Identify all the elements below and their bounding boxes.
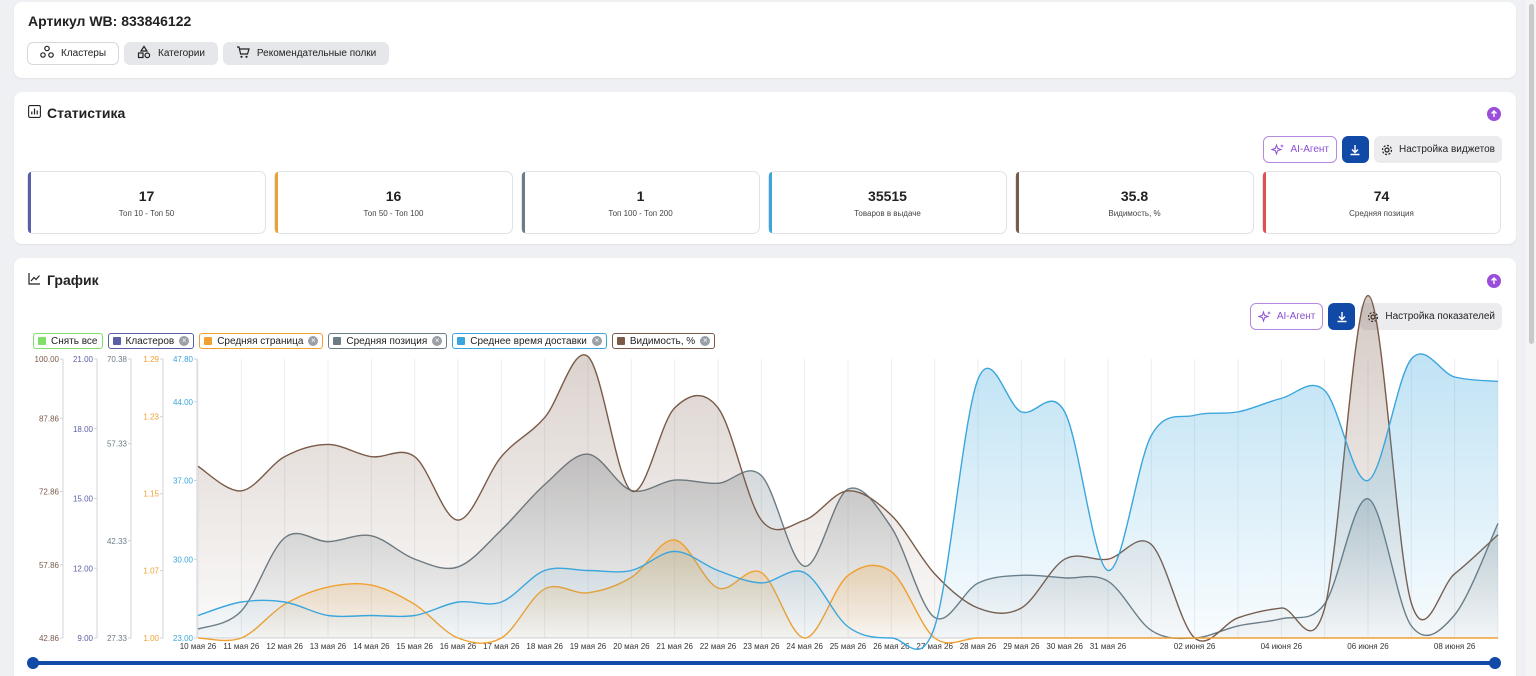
x-tick-label: 21 мая 26 [656, 642, 693, 651]
x-tick-label: 20 мая 26 [613, 642, 650, 651]
range-slider-handle-start[interactable] [27, 657, 39, 669]
x-tick-label: 29 мая 26 [1003, 642, 1040, 651]
y-tick-label: 44.00 [173, 398, 194, 407]
y-tick-label: 87.86 [39, 414, 60, 423]
y-tick-label: 12.00 [73, 564, 94, 573]
x-tick-label: 04 июня 26 [1261, 642, 1303, 651]
x-tick-label: 16 мая 26 [440, 642, 477, 651]
page-scrollbar[interactable] [1526, 0, 1536, 676]
x-tick-label: 06 июня 26 [1347, 642, 1389, 651]
x-tick-label: 12 мая 26 [266, 642, 303, 651]
y-tick-label: 47.80 [173, 355, 194, 364]
y-tick-label: 72.86 [39, 488, 60, 497]
y-tick-label: 18.00 [73, 425, 94, 434]
page-scrollbar-thumb[interactable] [1529, 4, 1534, 344]
y-tick-label: 57.86 [39, 561, 60, 570]
y-tick-label: 1.23 [143, 413, 159, 422]
y-tick-label: 1.15 [143, 490, 159, 499]
chart-plot: 100.00 87.86 72.86 57.86 42.86 21.00 18.00 15.0… [27, 294, 1501, 669]
x-tick-label: 18 мая 26 [526, 642, 563, 651]
x-tick-label: 28 мая 26 [960, 642, 997, 651]
y-tick-label: 70.38 [107, 355, 128, 364]
y-tick-label: 21.00 [73, 355, 94, 364]
range-slider-handle-end[interactable] [1489, 657, 1501, 669]
x-tick-label: 31 мая 26 [1090, 642, 1127, 651]
y-tick-label: 27.33 [107, 634, 128, 643]
x-tick-label: 11 мая 26 [223, 642, 259, 651]
x-tick-label: 13 мая 26 [310, 642, 347, 651]
y-tick-label: 57.33 [107, 440, 128, 449]
y-tick-label: 100.00 [35, 355, 60, 364]
y-tick-label: 1.00 [143, 634, 159, 643]
x-tick-label: 15 мая 26 [396, 642, 433, 651]
x-tick-label: 24 мая 26 [786, 642, 823, 651]
x-tick-label: 22 мая 26 [700, 642, 737, 651]
y-tick-label: 1.29 [143, 355, 159, 364]
y-tick-label: 42.86 [39, 634, 60, 643]
x-tick-label: 17 мая 26 [483, 642, 520, 651]
x-tick-label: 30 мая 26 [1046, 642, 1083, 651]
y-tick-label: 9.00 [77, 634, 93, 643]
y-tick-label: 42.33 [107, 537, 128, 546]
y-tick-label: 30.00 [173, 555, 194, 564]
x-tick-label: 25 мая 26 [830, 642, 867, 651]
x-tick-label: 19 мая 26 [570, 642, 607, 651]
y-tick-label: 15.00 [73, 495, 94, 504]
x-tick-label: 23 мая 26 [743, 642, 780, 651]
x-tick-label: 14 мая 26 [353, 642, 390, 651]
y-tick-label: 1.07 [143, 567, 159, 576]
x-tick-label: 08 июня 26 [1434, 642, 1476, 651]
x-tick-label: 02 июня 26 [1174, 642, 1216, 651]
x-tick-label: 10 мая 26 [180, 642, 217, 651]
y-tick-label: 37.00 [173, 477, 194, 486]
